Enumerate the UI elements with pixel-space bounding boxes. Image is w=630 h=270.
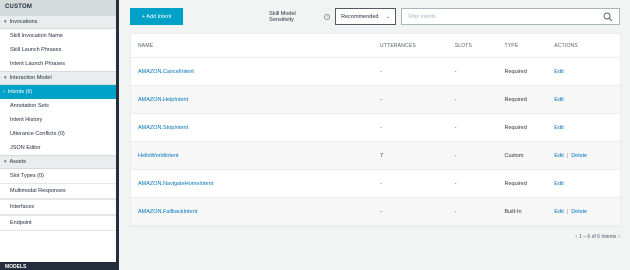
sidebar-item-interfaces[interactable]: Interfaces xyxy=(0,199,117,215)
sidebar-item-intent-launch-phrases[interactable]: Intent Launch Phrases xyxy=(0,57,117,71)
actions-cell: Edit xyxy=(554,125,620,131)
help-icon[interactable]: ? xyxy=(324,13,331,20)
sensitivity-value: Recommended xyxy=(341,13,379,20)
utterances-cell: - xyxy=(380,96,382,103)
next-page-button[interactable]: › xyxy=(618,234,620,240)
actions-cell: Edit | Delete xyxy=(554,209,620,215)
edit-link[interactable]: Edit xyxy=(554,69,563,75)
sensitivity-select[interactable]: Recommended ⌄ xyxy=(335,8,397,25)
sidebar-item-intent-history[interactable]: Intent History xyxy=(0,113,117,127)
intent-name-link[interactable]: AMAZON.CancelIntent xyxy=(138,69,194,75)
actions-cell: Edit xyxy=(554,97,620,103)
toolbar: + Add Intent Skill Model Sensitivity ? R… xyxy=(130,8,621,25)
actions-cell: Edit | Delete xyxy=(554,153,620,159)
table-row: HelloWorldIntent 7 - Custom Edit | Delete xyxy=(131,142,620,170)
intents-table: NAME UTTERANCES SLOTS TYPE ACTIONS AMAZO… xyxy=(130,33,621,227)
sidebar-group-invocations[interactable]: ▾ Invocations xyxy=(0,15,117,29)
pagination-text: 1 – 6 of 6 Intents xyxy=(579,234,617,240)
type-cell: Required xyxy=(504,180,527,187)
table-row: AMAZON.StopIntent - - Required Edit xyxy=(131,114,620,142)
table-header: NAME UTTERANCES SLOTS TYPE ACTIONS xyxy=(131,34,620,58)
utterances-cell: - xyxy=(380,68,382,75)
type-cell: Required xyxy=(504,124,527,131)
column-header-name[interactable]: NAME xyxy=(131,43,380,49)
type-cell: Built-In xyxy=(504,208,522,215)
sidebar-header: CUSTOM xyxy=(0,0,117,15)
column-header-utterances[interactable]: UTTERANCES xyxy=(380,43,455,49)
column-header-actions: ACTIONS xyxy=(554,42,578,49)
search-input[interactable]: Filter intents xyxy=(401,8,621,25)
sidebar-item-endpoint[interactable]: Endpoint xyxy=(0,215,117,231)
sidebar-group-label: Invocations xyxy=(9,19,38,25)
table-row: AMAZON.CancelIntent - - Required Edit xyxy=(131,58,620,86)
chevron-down-icon: ⌄ xyxy=(386,13,391,20)
actions-cell: Edit xyxy=(554,69,620,75)
type-cell: Custom xyxy=(504,152,524,159)
slots-cell: - xyxy=(454,208,457,215)
intent-name-link[interactable]: HelloWorldIntent xyxy=(138,153,179,159)
sidebar: CUSTOM ▾ Invocations Skill Invocation Na… xyxy=(0,0,118,270)
edit-link[interactable]: Edit xyxy=(554,125,563,131)
table-row: AMAZON.NavigateHomeIntent - - Required Edit xyxy=(131,170,620,198)
type-cell: Required xyxy=(504,96,527,103)
sidebar-item-skill-invocation-name[interactable]: Skill Invocation Name xyxy=(0,29,117,43)
type-cell: Required xyxy=(504,68,527,75)
sidebar-footer: MODELS xyxy=(0,262,117,270)
utterances-cell: 7 xyxy=(380,152,384,159)
sidebar-item-multimodal-responses[interactable]: Multimodal Responses xyxy=(0,183,117,199)
actions-cell: Edit xyxy=(554,181,620,187)
sidebar-item-json-editor[interactable]: JSON Editor xyxy=(0,141,117,155)
intent-name-link[interactable]: AMAZON.StopIntent xyxy=(138,125,188,131)
chevron-down-icon: ▾ xyxy=(4,19,7,25)
utterances-cell: - xyxy=(380,180,382,187)
column-header-slots[interactable]: SLOTS xyxy=(455,43,505,49)
chevron-down-icon: ▾ xyxy=(4,75,7,81)
delete-link[interactable]: Delete xyxy=(571,153,587,159)
sidebar-item-slot-types[interactable]: Slot Types (0) xyxy=(0,169,117,183)
edit-link[interactable]: Edit xyxy=(554,209,563,215)
add-intent-button[interactable]: + Add Intent xyxy=(130,8,184,25)
column-header-type[interactable]: TYPE xyxy=(504,43,554,49)
sidebar-group-interaction-model[interactable]: ▾ Interaction Model xyxy=(0,71,117,85)
sensitivity-label: Skill Model Sensitivity xyxy=(269,10,296,23)
slots-cell: - xyxy=(454,180,457,187)
sidebar-group-assets[interactable]: ▾ Assets xyxy=(0,155,117,169)
sidebar-item-intents[interactable]: › Intents (6) xyxy=(0,85,117,99)
main-content: + Add Intent Skill Model Sensitivity ? R… xyxy=(119,0,630,270)
slots-cell: - xyxy=(454,124,457,131)
intent-name-link[interactable]: AMAZON.NavigateHomeIntent xyxy=(138,181,213,187)
utterances-cell: - xyxy=(380,124,382,131)
sidebar-item-label: Intents (6) xyxy=(7,89,33,95)
prev-page-button[interactable]: ‹ xyxy=(575,234,577,240)
chevron-down-icon: ▾ xyxy=(4,159,7,165)
chevron-right-icon: › xyxy=(3,89,5,95)
sidebar-item-skill-launch-phrases[interactable]: Skill Launch Phrases xyxy=(0,43,117,57)
edit-link[interactable]: Edit xyxy=(554,153,563,159)
table-row: AMAZON.HelpIntent - - Required Edit xyxy=(131,86,620,114)
action-separator: | xyxy=(566,208,569,215)
search-icon[interactable] xyxy=(603,12,613,22)
pagination: ‹ 1 – 6 of 6 Intents › xyxy=(574,234,621,240)
utterances-cell: - xyxy=(380,208,382,215)
action-separator: | xyxy=(566,152,569,159)
edit-link[interactable]: Edit xyxy=(554,97,563,103)
sidebar-item-annotation-sets[interactable]: Annotation Sets xyxy=(0,99,117,113)
slots-cell: - xyxy=(454,96,457,103)
edit-link[interactable]: Edit xyxy=(554,181,563,187)
sidebar-group-label: Interaction Model xyxy=(9,75,52,81)
delete-link[interactable]: Delete xyxy=(571,209,587,215)
intent-name-link[interactable]: AMAZON.FallbackIntent xyxy=(138,209,197,215)
table-body: AMAZON.CancelIntent - - Required Edit AMAZON.… xyxy=(131,58,620,226)
slots-cell: - xyxy=(454,152,457,159)
sidebar-item-utterance-conflicts[interactable]: Utterance Conflicts (0) xyxy=(0,127,117,141)
search-placeholder: Filter intents xyxy=(408,13,436,20)
table-row: AMAZON.FallbackIntent - - Built-In Edit | Dele… xyxy=(131,198,620,226)
intent-name-link[interactable]: AMAZON.HelpIntent xyxy=(138,97,188,103)
slots-cell: - xyxy=(454,68,457,75)
sidebar-group-label: Assets xyxy=(9,159,27,165)
